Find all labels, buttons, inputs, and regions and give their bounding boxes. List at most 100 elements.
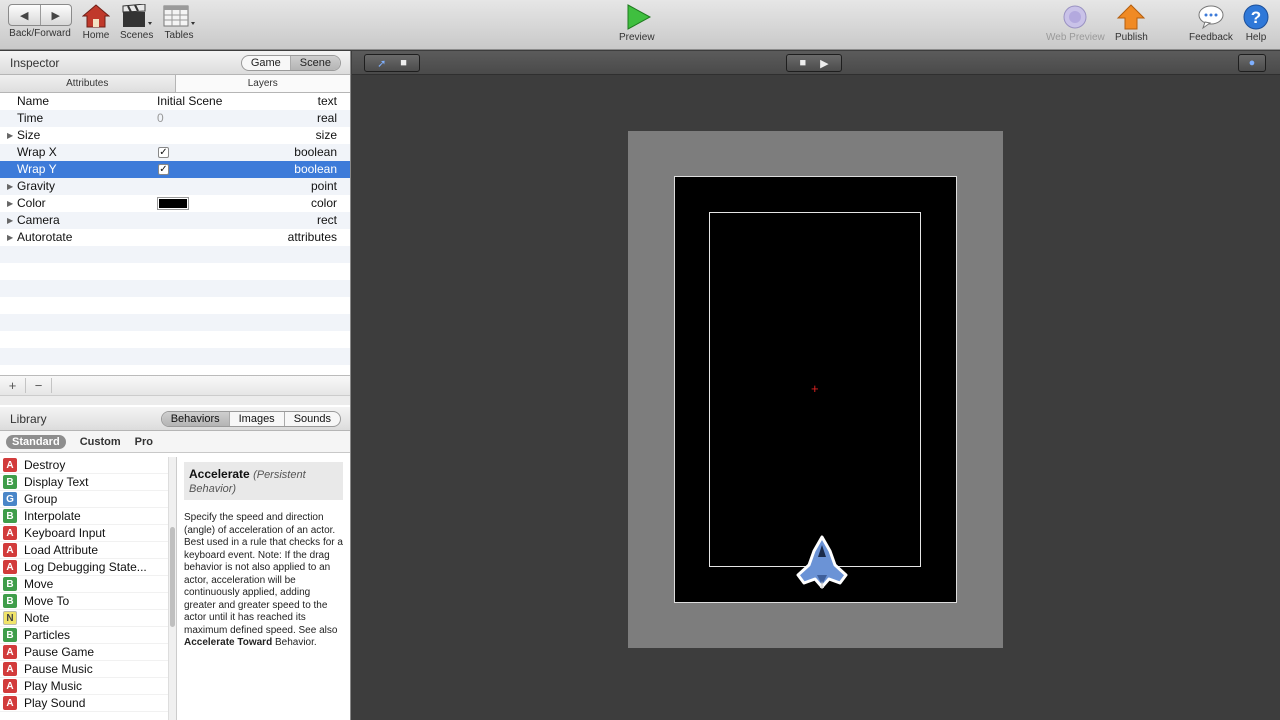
preview-button[interactable]: Preview [619, 4, 655, 43]
attribute-type: rect [316, 213, 337, 227]
attribute-row-name[interactable]: Name Initial Scene text [0, 93, 350, 110]
help-question-icon: ? [1243, 4, 1269, 30]
forward-arrow-icon[interactable]: ▶ [39, 5, 72, 25]
attribute-type: real [316, 111, 337, 125]
behavior-type-badge-icon: G [3, 492, 17, 506]
preview-label: Preview [619, 32, 655, 43]
feedback-button[interactable]: Feedback [1189, 4, 1233, 43]
publish-button[interactable]: Publish [1115, 4, 1148, 43]
clapperboard-icon [122, 4, 152, 27]
wrap-x-checkbox[interactable]: ✓ [158, 147, 169, 158]
feedback-label: Feedback [1189, 32, 1233, 43]
home-icon [82, 4, 110, 28]
behavior-item[interactable]: B Move To [0, 593, 168, 610]
attribute-value-field[interactable]: 0 [157, 110, 164, 127]
behavior-type-badge-icon: B [3, 475, 17, 489]
behavior-item[interactable]: A Destroy [0, 457, 168, 474]
upload-arrow-icon [1117, 4, 1146, 30]
spaceship-actor[interactable] [795, 535, 849, 591]
disclosure-triangle-icon[interactable]: ▶ [7, 127, 13, 144]
behavior-label: Load Attribute [24, 543, 99, 557]
layers-icon[interactable]: ● [1249, 57, 1256, 69]
attribute-row-time[interactable]: Time 0 real [0, 110, 350, 127]
tab-sounds[interactable]: Sounds [283, 412, 340, 426]
behavior-item[interactable]: A Keyboard Input [0, 525, 168, 542]
subtab-pro[interactable]: Pro [135, 436, 153, 448]
attribute-row-color[interactable]: ▶ Color color [0, 195, 350, 212]
behavior-item[interactable]: A Pause Music [0, 661, 168, 678]
game-scene-toggle[interactable]: Game Scene [240, 55, 341, 71]
disclosure-triangle-icon[interactable]: ▶ [7, 212, 13, 229]
attribute-row-camera[interactable]: ▶ Camera rect [0, 212, 350, 229]
attribute-name: Wrap Y [17, 162, 57, 176]
left-panel: Inspector Game Scene Attributes Layers N… [0, 51, 351, 720]
tab-layers[interactable]: Layers [174, 75, 350, 92]
toggle-scene[interactable]: Scene [289, 56, 340, 70]
behavior-label: Play Music [24, 679, 83, 693]
attribute-row-gravity[interactable]: ▶ Gravity point [0, 178, 350, 195]
behavior-list-scrollbar[interactable] [168, 457, 176, 720]
tab-images[interactable]: Images [228, 412, 284, 426]
main-toolbar: ◀ ▶ Back/Forward Home Scenes Tables Prev… [0, 0, 1280, 50]
behavior-type-badge-icon: A [3, 458, 17, 472]
behavior-item[interactable]: B Display Text [0, 474, 168, 491]
behavior-item[interactable]: A Log Debugging State... [0, 559, 168, 576]
library-tabs[interactable]: Behaviors Images Sounds [160, 411, 341, 427]
disclosure-triangle-icon[interactable]: ▶ [7, 178, 13, 195]
behavior-item[interactable]: G Group [0, 491, 168, 508]
scenes-button[interactable]: Scenes [120, 4, 153, 41]
behavior-type-badge-icon: B [3, 594, 17, 608]
color-swatch[interactable] [157, 197, 189, 210]
attribute-row-autorotate[interactable]: ▶ Autorotate attributes [0, 229, 350, 246]
behavior-item[interactable]: B Particles [0, 627, 168, 644]
add-attribute-button[interactable]: + [0, 378, 26, 393]
behavior-item[interactable]: A Play Music [0, 678, 168, 695]
camera-tool-icon[interactable]: ■ [400, 57, 407, 69]
tool-selector[interactable]: ➚ ■ [364, 54, 420, 72]
scrollbar-thumb[interactable] [170, 527, 175, 627]
subtab-custom[interactable]: Custom [80, 436, 121, 448]
behavior-item[interactable]: A Pause Game [0, 644, 168, 661]
behavior-type-badge-icon: A [3, 645, 17, 659]
disclosure-triangle-icon[interactable]: ▶ [7, 195, 13, 212]
attribute-row-size[interactable]: ▶ Size size [0, 127, 350, 144]
home-button[interactable]: Home [82, 4, 110, 41]
pointer-arrow-icon[interactable]: ➚ [377, 57, 386, 70]
help-link[interactable]: Accelerate Toward [184, 637, 272, 648]
attribute-name: Color [17, 196, 46, 210]
behavior-list: A Destroy B Display Text G Group B Interpolate A… [0, 457, 168, 720]
back-arrow-icon[interactable]: ◀ [9, 5, 40, 25]
stop-icon[interactable]: ■ [799, 57, 806, 69]
scene-canvas[interactable]: + [352, 76, 1280, 720]
help-button[interactable]: ? Help [1243, 4, 1269, 43]
behavior-item[interactable]: B Move [0, 576, 168, 593]
remove-attribute-button[interactable]: − [26, 378, 52, 393]
disclosure-triangle-icon[interactable]: ▶ [7, 229, 13, 246]
tables-button[interactable]: Tables [162, 4, 196, 41]
subtab-standard[interactable]: Standard [6, 434, 66, 449]
web-preview-icon [1063, 5, 1087, 29]
attribute-name: Camera [17, 213, 60, 227]
behavior-label: Note [24, 611, 50, 625]
attribute-row-wrap-y[interactable]: Wrap Y ✓ boolean [0, 161, 350, 178]
attribute-row-wrap-x[interactable]: Wrap X ✓ boolean [0, 144, 350, 161]
wrap-y-checkbox[interactable]: ✓ [158, 164, 169, 175]
behavior-item[interactable]: A Load Attribute [0, 542, 168, 559]
play-icon[interactable]: ▶ [820, 57, 828, 70]
behavior-type-badge-icon: B [3, 509, 17, 523]
layers-toggle-button[interactable]: ● [1238, 54, 1266, 72]
playback-controls[interactable]: ■ ▶ [786, 54, 842, 72]
attribute-value-field[interactable]: Initial Scene [157, 93, 222, 110]
attribute-add-remove-bar: + − [0, 375, 350, 395]
behavior-item[interactable]: B Interpolate [0, 508, 168, 525]
toggle-game[interactable]: Game [242, 56, 290, 70]
inspector-title: Inspector [10, 55, 60, 70]
behavior-item[interactable]: N Note [0, 610, 168, 627]
tab-attributes[interactable]: Attributes [0, 75, 175, 92]
back-forward-control[interactable]: ◀ ▶ Back/Forward [8, 4, 72, 39]
panel-splitter[interactable] [0, 395, 350, 405]
behavior-item[interactable]: A Play Sound [0, 695, 168, 712]
tab-behaviors[interactable]: Behaviors [161, 412, 229, 426]
behavior-type-badge-icon: A [3, 679, 17, 693]
web-preview-button[interactable]: Web Preview [1046, 4, 1105, 43]
